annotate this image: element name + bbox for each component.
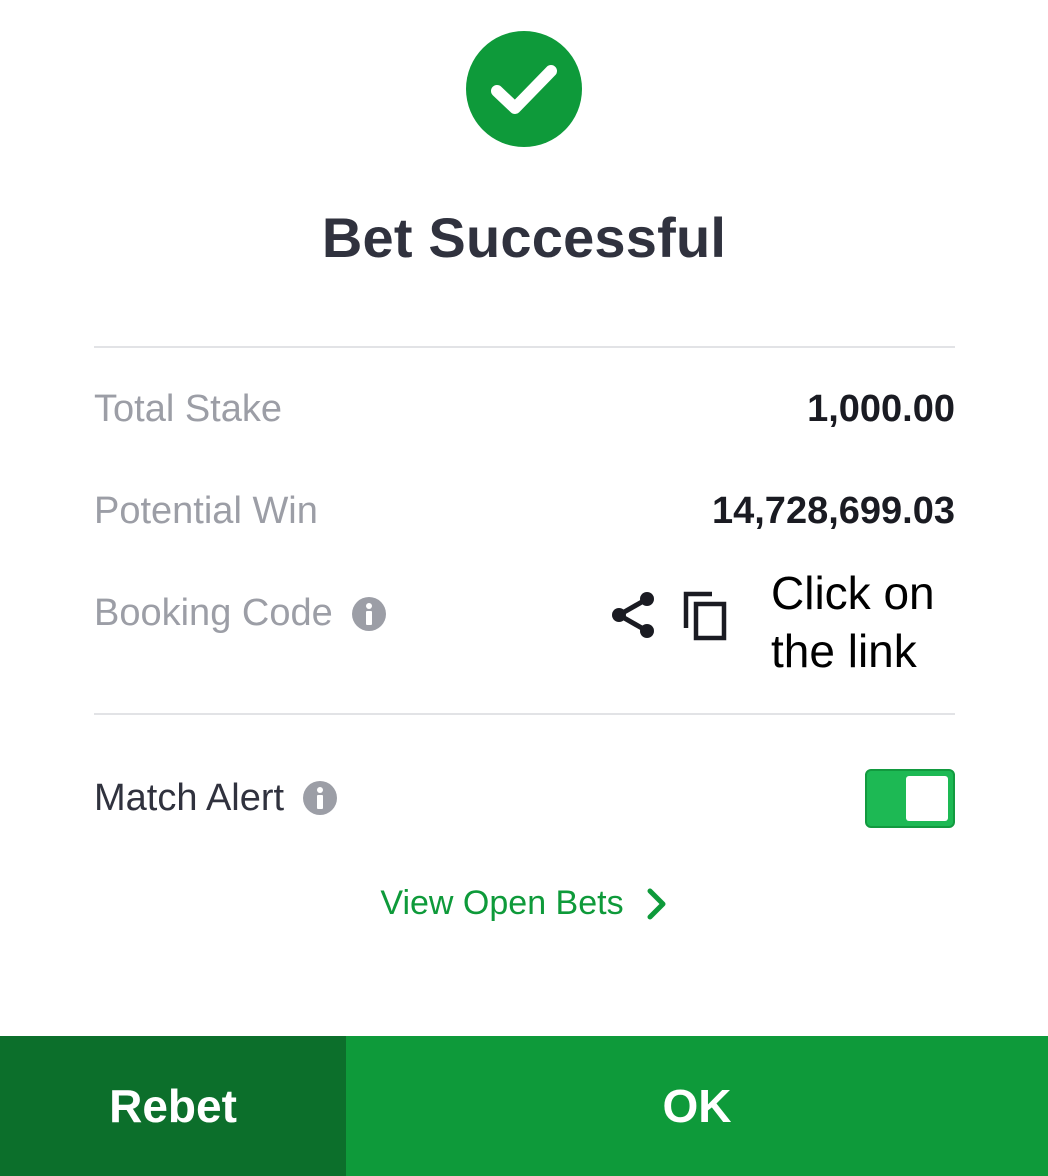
booking-code-label: Booking Code bbox=[94, 592, 333, 634]
total-stake-row: Total Stake 1,000.00 bbox=[94, 388, 955, 431]
copy-icon[interactable] bbox=[682, 590, 730, 642]
booking-code-label-group: Booking Code bbox=[94, 592, 387, 635]
match-alert-label: Match Alert bbox=[94, 776, 285, 819]
match-alert-toggle[interactable] bbox=[865, 768, 955, 828]
view-open-bets-link[interactable]: View Open Bets bbox=[0, 884, 1048, 923]
match-alert-label-group: Match Alert bbox=[94, 777, 338, 820]
rebet-button[interactable]: Rebet bbox=[0, 1036, 346, 1176]
bet-success-dialog: Bet Successful Total Stake 1,000.00 Pote… bbox=[0, 0, 1048, 1176]
footer-actions: Rebet OK bbox=[0, 1036, 1048, 1176]
info-icon[interactable] bbox=[302, 780, 338, 816]
potential-win-label: Potential Win bbox=[94, 490, 318, 532]
chevron-right-icon bbox=[646, 887, 668, 921]
ok-button[interactable]: OK bbox=[346, 1036, 1048, 1176]
dialog-title: Bet Successful bbox=[321, 206, 727, 269]
divider bbox=[94, 713, 955, 715]
potential-win-value: 14,728,699.03 bbox=[711, 490, 955, 532]
check-circle-icon bbox=[466, 31, 582, 147]
potential-win-row: Potential Win 14,728,699.03 bbox=[94, 490, 955, 533]
toggle-knob bbox=[906, 775, 948, 821]
share-icon[interactable] bbox=[609, 590, 659, 640]
match-alert-row: Match Alert bbox=[94, 768, 955, 828]
booking-note: Click on the link bbox=[771, 567, 935, 677]
total-stake-label: Total Stake bbox=[94, 388, 282, 430]
info-icon[interactable] bbox=[351, 596, 387, 632]
divider bbox=[94, 346, 955, 348]
booking-code-row: Booking Code Click on the link bbox=[94, 560, 955, 680]
view-open-bets-label: View Open Bets bbox=[380, 884, 624, 922]
total-stake-value: 1,000.00 bbox=[807, 388, 955, 430]
